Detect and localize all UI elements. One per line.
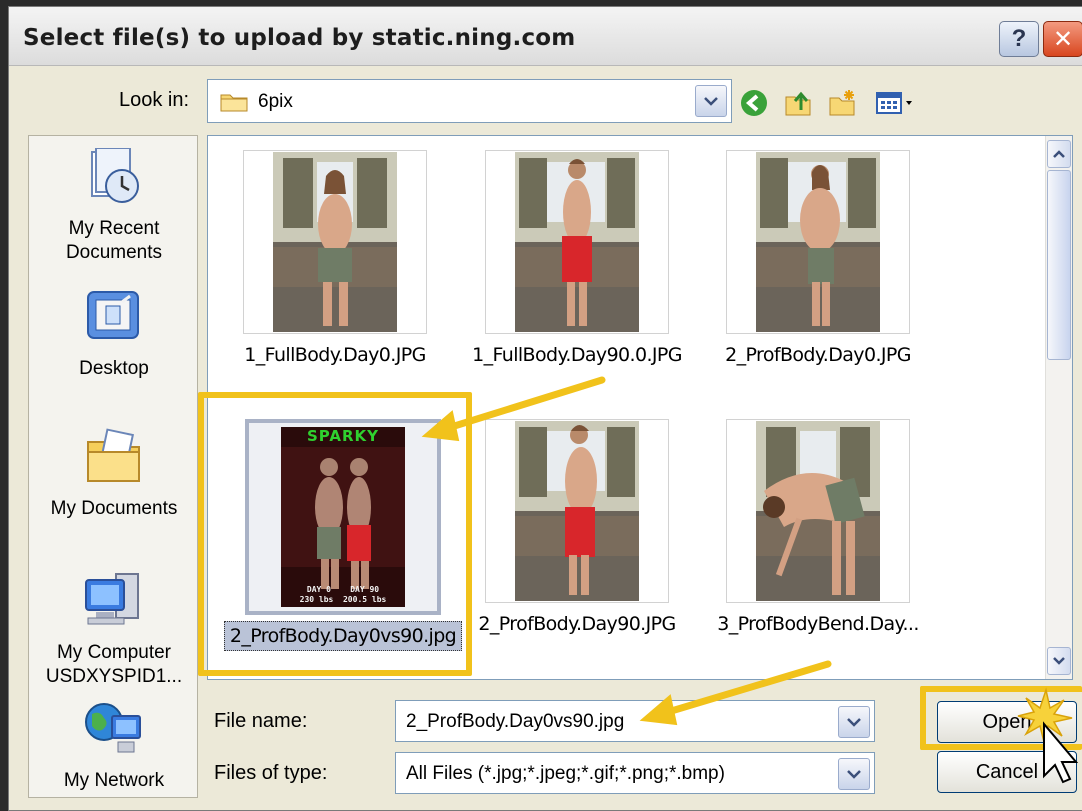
- arrow-to-filename: [664, 660, 832, 716]
- annotation-arrows: [421, 376, 1079, 784]
- arrow-to-thumbnail: [444, 376, 606, 432]
